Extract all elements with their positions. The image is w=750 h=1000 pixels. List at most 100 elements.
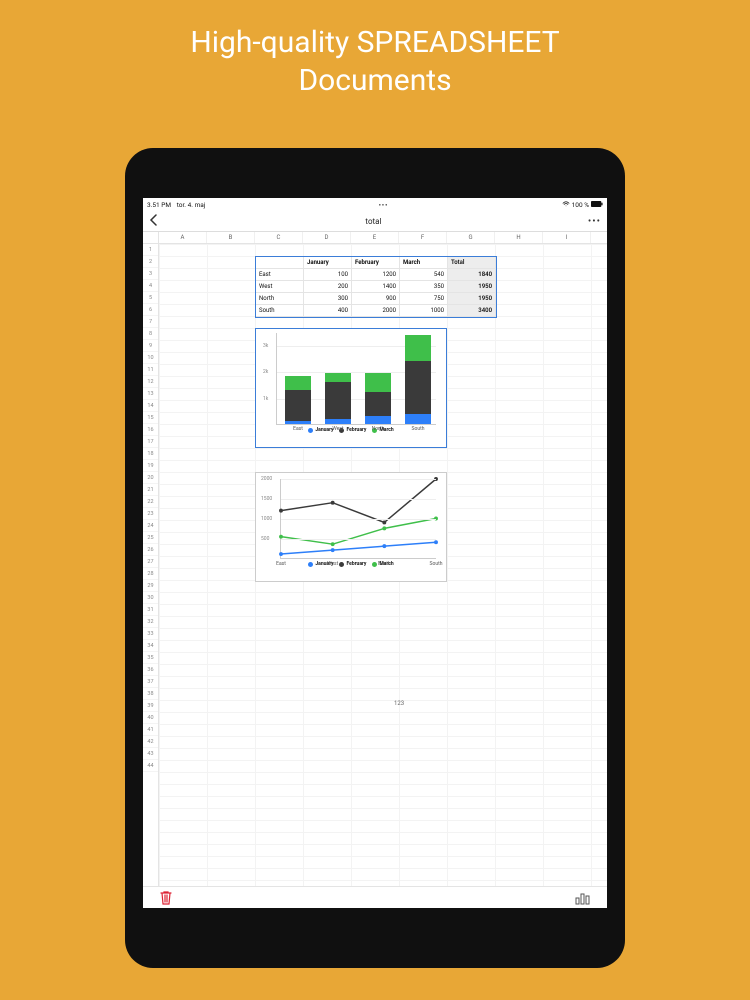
cell-jan: 200 (304, 281, 352, 293)
chart-icon[interactable] (575, 891, 591, 905)
row-num[interactable]: 9 (143, 340, 158, 352)
row-num[interactable]: 30 (143, 592, 158, 604)
col-header-h[interactable]: H (495, 232, 543, 243)
table-corner (256, 257, 304, 269)
row-num[interactable]: 41 (143, 724, 158, 736)
row-num[interactable]: 11 (143, 364, 158, 376)
row-label: South (256, 305, 304, 317)
cell-total: 3400 (448, 305, 496, 317)
row-num[interactable]: 3 (143, 268, 158, 280)
row-label: North (256, 293, 304, 305)
cell-feb: 2000 (352, 305, 400, 317)
bar-ytick: 3k (263, 343, 268, 349)
row-num[interactable]: 35 (143, 652, 158, 664)
row-num[interactable]: 10 (143, 352, 158, 364)
row-num[interactable]: 5 (143, 292, 158, 304)
row-num[interactable]: 16 (143, 424, 158, 436)
col-header-b[interactable]: B (207, 232, 255, 243)
row-num[interactable]: 23 (143, 508, 158, 520)
row-num[interactable]: 39 (143, 700, 158, 712)
cell-total: 1840 (448, 269, 496, 281)
row-num[interactable]: 22 (143, 496, 158, 508)
column-headers-row: ABCDEFGHI (143, 232, 607, 244)
row-num[interactable]: 32 (143, 616, 158, 628)
row-num[interactable]: 15 (143, 412, 158, 424)
row-num[interactable]: 27 (143, 556, 158, 568)
battery-pct: 100 % (572, 201, 589, 209)
row-num[interactable]: 36 (143, 664, 158, 676)
row-num[interactable]: 4 (143, 280, 158, 292)
cell-total: 1950 (448, 281, 496, 293)
col-header-c[interactable]: C (255, 232, 303, 243)
row-num[interactable]: 38 (143, 688, 158, 700)
wifi-icon (562, 201, 570, 209)
row-num[interactable]: 34 (143, 640, 158, 652)
row-num[interactable]: 33 (143, 628, 158, 640)
bar-xcat: South (405, 426, 431, 432)
col-january: January (304, 257, 352, 269)
status-date: tor. 4. maj (177, 201, 206, 209)
row-num[interactable]: 28 (143, 568, 158, 580)
row-num[interactable]: 21 (143, 484, 158, 496)
row-num[interactable]: 31 (143, 604, 158, 616)
row-num[interactable]: 44 (143, 760, 158, 772)
back-button[interactable] (149, 214, 159, 229)
row-num[interactable]: 7 (143, 316, 158, 328)
row-num[interactable]: 2 (143, 256, 158, 268)
col-header-i[interactable]: I (543, 232, 591, 243)
row-num[interactable]: 18 (143, 448, 158, 460)
line-chart[interactable]: 500100015002000EastWestNorthSouth Januar… (255, 472, 447, 582)
cell-total: 1950 (448, 293, 496, 305)
row-num[interactable]: 40 (143, 712, 158, 724)
row-num[interactable]: 17 (143, 436, 158, 448)
line-ytick: 2000 (261, 476, 272, 482)
data-table[interactable]: January February March Total East1001200… (255, 256, 497, 318)
row-num[interactable]: 43 (143, 748, 158, 760)
row-num[interactable]: 24 (143, 520, 158, 532)
line-ytick: 500 (261, 536, 269, 542)
row-num[interactable]: 8 (143, 328, 158, 340)
line-xcat: West (327, 561, 338, 567)
cell-mar: 1000 (400, 305, 448, 317)
row-num[interactable]: 25 (143, 532, 158, 544)
row-num[interactable]: 14 (143, 400, 158, 412)
row-num[interactable]: 26 (143, 544, 158, 556)
row-num[interactable]: 42 (143, 736, 158, 748)
table-row[interactable]: East10012005401840 (256, 269, 496, 281)
row-num[interactable]: 20 (143, 472, 158, 484)
cells-area[interactable]: January February March Total East1001200… (159, 244, 607, 886)
status-time: 3.51 PM (147, 201, 171, 209)
col-header-f[interactable]: F (399, 232, 447, 243)
table-row[interactable]: South400200010003400 (256, 305, 496, 317)
col-header-e[interactable]: E (351, 232, 399, 243)
spreadsheet-grid[interactable]: ABCDEFGHI 123456789101112131415161718192… (143, 232, 607, 886)
bar-xcat: North (365, 426, 391, 432)
col-march: March (400, 257, 448, 269)
more-button[interactable]: ••• (588, 216, 601, 227)
row-num[interactable]: 12 (143, 376, 158, 388)
status-bar: 3.51 PM tor. 4. maj ••• 100 % (143, 198, 607, 212)
battery-icon (591, 201, 603, 209)
col-header-a[interactable]: A (159, 232, 207, 243)
col-header-d[interactable]: D (303, 232, 351, 243)
table-row[interactable]: North3009007501950 (256, 293, 496, 305)
row-num[interactable]: 19 (143, 460, 158, 472)
trash-icon[interactable] (159, 890, 173, 906)
row-num[interactable]: 29 (143, 580, 158, 592)
line-xcat: North (378, 561, 391, 567)
tablet-frame: 3.51 PM tor. 4. maj ••• 100 % total ••• (125, 148, 625, 968)
row-num[interactable]: 13 (143, 388, 158, 400)
bar-xcat: East (285, 426, 311, 432)
promo-title: High-quality SPREADSHEET Documents (0, 0, 750, 99)
cell-feb: 1400 (352, 281, 400, 293)
row-num[interactable]: 37 (143, 676, 158, 688)
table-row[interactable]: West20014003501950 (256, 281, 496, 293)
row-numbers: 1234567891011121314151617181920212223242… (143, 244, 159, 886)
row-num[interactable]: 1 (143, 244, 158, 256)
row-num[interactable]: 6 (143, 304, 158, 316)
col-header-g[interactable]: G (447, 232, 495, 243)
promo-line2: Documents (298, 63, 451, 98)
tablet-screen: 3.51 PM tor. 4. maj ••• 100 % total ••• (143, 198, 607, 908)
row-label: East (256, 269, 304, 281)
stacked-bar-chart[interactable]: 1k2k3kEastWestNorthSouth January Februar… (255, 328, 447, 448)
